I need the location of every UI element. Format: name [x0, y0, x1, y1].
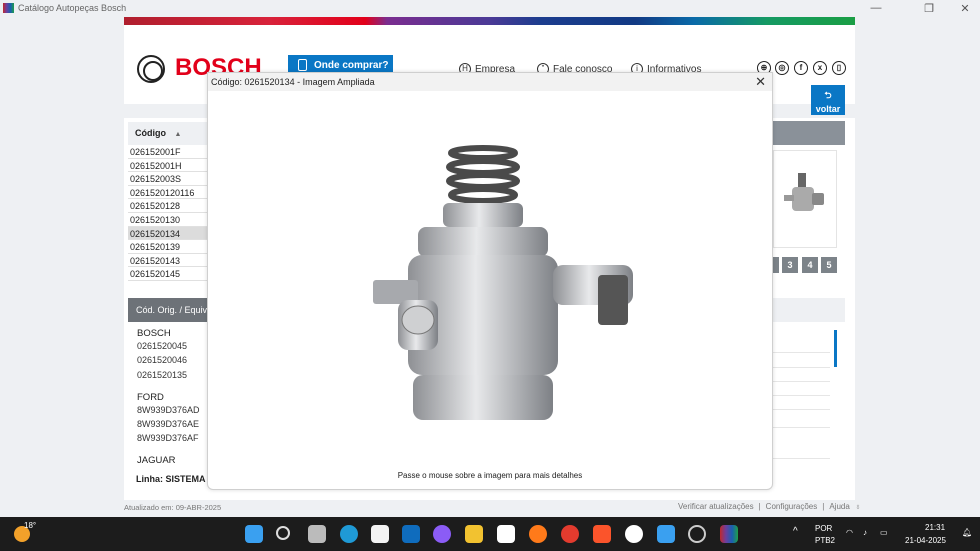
keyboard-layout[interactable]: PTB2 — [815, 536, 835, 545]
code-row[interactable]: 0261520128 — [128, 199, 218, 213]
page-5-button[interactable]: 5 — [821, 257, 837, 273]
code-header-label: Código — [135, 128, 166, 138]
equivalents-header: Cód. Orig. / Equivalentes — [128, 298, 218, 322]
show-hidden-icons[interactable]: ^ — [793, 526, 798, 537]
file-explorer-icon[interactable] — [465, 525, 483, 543]
capcut-icon[interactable] — [497, 525, 515, 543]
bosch-logo-icon — [137, 55, 165, 83]
outlook-icon[interactable] — [402, 525, 420, 543]
title-bar: Catálogo Autopeças Bosch — ❐ ✕ — [0, 0, 980, 17]
store-icon[interactable] — [371, 525, 389, 543]
task-view-icon[interactable] — [308, 525, 326, 543]
facebook-icon[interactable]: f — [794, 61, 808, 75]
edge-icon[interactable] — [340, 525, 358, 543]
divider — [773, 367, 830, 368]
sort-asc-icon: ▲ — [174, 131, 182, 138]
chrome-icon[interactable] — [561, 525, 579, 543]
equiv-brand: JAGUAR — [137, 455, 176, 464]
x-icon[interactable]: x — [813, 61, 827, 75]
equiv-code: 8W939D376AD — [137, 405, 200, 415]
equiv-brand: BOSCH — [137, 328, 171, 339]
shopping-bag-icon — [298, 59, 307, 71]
footer-links: Verificar atualizações | Configurações | A… — [678, 502, 861, 511]
instagram-icon[interactable]: ◎ — [775, 61, 789, 75]
code-row[interactable]: 0261520143 — [128, 254, 218, 268]
notification-bell-icon[interactable]: 🔔︎ — [962, 528, 972, 537]
details-header — [773, 121, 845, 145]
scrollbar[interactable] — [834, 330, 837, 367]
battery-icon[interactable]: ▭ — [880, 528, 888, 537]
mobile-icon[interactable]: ▯ — [832, 61, 846, 75]
lightbulb-icon[interactable]: ♁ — [855, 502, 861, 511]
equiv-code: 8W939D376AF — [137, 433, 199, 443]
divider — [773, 352, 830, 353]
page-4-button[interactable]: 4 — [802, 257, 818, 273]
help-link[interactable]: Ajuda — [829, 502, 849, 511]
equiv-brand: FORD — [137, 392, 164, 403]
pump-thumbnail-image — [784, 173, 824, 211]
bosch-app-icon[interactable] — [688, 525, 706, 543]
taskbar: 18° ^ POR PTB2 ◠ ♪ ▭ 21:31 21-04-2025 🔔︎ — [0, 517, 980, 551]
back-button[interactable]: ⮌ voltar — [811, 85, 845, 115]
code-row[interactable]: 026152003S — [128, 172, 218, 186]
code-row[interactable]: 026152001F — [128, 145, 218, 159]
firefox-icon[interactable] — [529, 525, 547, 543]
color-bar — [124, 17, 855, 25]
check-updates-link[interactable]: Verificar atualizações — [678, 502, 754, 511]
catalog-app-icon[interactable] — [720, 525, 738, 543]
divider — [773, 395, 830, 396]
code-column-header[interactable]: Código ▲ — [128, 122, 218, 145]
back-arrow-icon: ⮌ — [824, 90, 832, 100]
volume-icon[interactable]: ♪ — [863, 528, 867, 537]
image-modal: Código: 0261520134 - Imagem Ampliada ✕ P… — [207, 72, 773, 490]
minimize-button[interactable]: — — [866, 2, 886, 14]
close-window-button[interactable]: ✕ — [955, 2, 975, 15]
settings-link[interactable]: Configurações — [766, 502, 818, 511]
divider — [773, 458, 830, 459]
separator: | — [822, 502, 825, 511]
where-to-buy-label: Onde comprar? — [314, 60, 389, 71]
code-row-selected[interactable]: 0261520134 — [128, 226, 218, 241]
code-row[interactable]: 0261520145 — [128, 267, 218, 281]
code-row[interactable]: 0261520139 — [128, 240, 218, 254]
divider — [773, 427, 830, 428]
close-icon[interactable]: ✕ — [755, 74, 766, 90]
product-line: Linha: SISTEMA D — [136, 474, 215, 484]
start-icon[interactable] — [245, 525, 263, 543]
equiv-code: 0261520135 — [137, 370, 188, 380]
separator: | — [758, 502, 761, 511]
equivalents-right-header — [773, 298, 845, 322]
teamviewer-icon[interactable] — [625, 525, 643, 543]
equiv-code: 0261520045 — [137, 341, 188, 351]
wifi-icon[interactable]: ◠ — [846, 528, 853, 537]
code-row[interactable]: 026152001H — [128, 159, 218, 173]
brave-icon[interactable] — [593, 525, 611, 543]
product-thumbnail[interactable] — [773, 150, 837, 248]
divider — [773, 409, 830, 410]
notepad-icon[interactable] — [657, 525, 675, 543]
spring — [446, 145, 520, 204]
window-title: Catálogo Autopeças Bosch — [18, 3, 127, 13]
app-icon — [3, 3, 14, 13]
code-row[interactable]: 0261520130 — [128, 213, 218, 227]
weather-temp: 18° — [24, 521, 37, 530]
app-icon[interactable] — [433, 525, 451, 543]
page-3-button[interactable]: 3 — [782, 257, 798, 273]
code-row[interactable]: 026152012​0116 — [128, 186, 218, 200]
modal-header: Código: 0261520134 - Imagem Ampliada — [208, 73, 772, 91]
search-icon[interactable] — [276, 526, 290, 540]
language-indicator[interactable]: POR — [815, 524, 832, 533]
last-updated: Atualizado em: 09-ABR-2025 — [124, 503, 222, 512]
modal-title: Código: 0261520134 - Imagem Ampliada — [211, 77, 375, 87]
clock-date[interactable]: 21-04-2025 — [905, 536, 946, 545]
maximize-button[interactable]: ❐ — [919, 2, 939, 15]
equiv-code: 8W939D376AE — [137, 419, 200, 429]
modal-caption: Passe o mouse sobre a imagem para mais d… — [397, 471, 583, 480]
equiv-code: 0261520046 — [137, 355, 188, 365]
fuel-pump-image[interactable] — [358, 135, 638, 445]
back-label: voltar — [815, 104, 841, 114]
clock-time[interactable]: 21:31 — [925, 523, 945, 532]
divider — [773, 381, 830, 382]
